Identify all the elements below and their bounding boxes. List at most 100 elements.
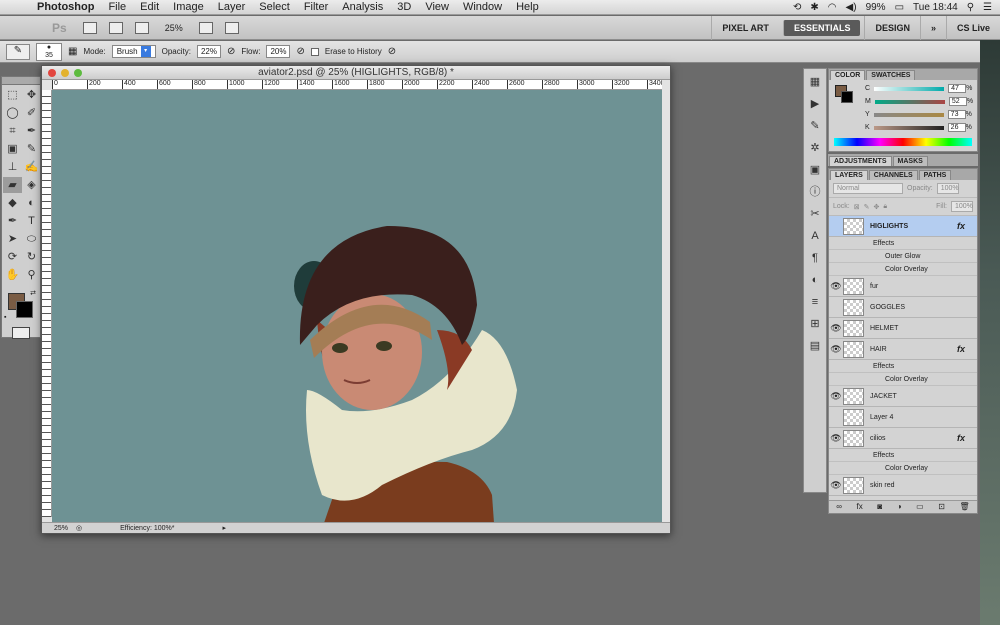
workspace-pixel-art[interactable]: PIXEL ART: [711, 15, 779, 40]
eye-icon[interactable]: 👁︎: [829, 433, 843, 444]
channel-c-field[interactable]: 47: [948, 84, 967, 93]
lock-all-icon[interactable]: 🔒︎: [883, 203, 887, 211]
menu-3d[interactable]: 3D: [390, 1, 418, 13]
document-title-bar[interactable]: aviator2.psd @ 25% (HIGLIGHTS, RGB/8) *: [42, 66, 670, 80]
minimize-window-button[interactable]: [61, 69, 69, 77]
more-workspaces-icon[interactable]: »: [919, 15, 946, 40]
effect-outer-glow[interactable]: Outer Glow: [829, 250, 977, 263]
wifi-icon[interactable]: ◠: [828, 2, 837, 13]
eraser-tool-icon[interactable]: ▰: [3, 177, 22, 193]
zoom-level-select[interactable]: 25%: [165, 23, 183, 33]
layer-mask-icon[interactable]: ◙: [877, 501, 882, 513]
history-brush-tool-icon[interactable]: ✍: [22, 159, 41, 175]
pen-tool-icon[interactable]: ✒: [3, 213, 22, 229]
path-select-tool-icon[interactable]: ➤: [3, 231, 22, 247]
move-tool-icon[interactable]: ✥: [22, 87, 41, 103]
layer-row[interactable]: 👁︎ fur: [829, 276, 977, 297]
paragraph-panel-icon[interactable]: ¶: [804, 249, 826, 267]
eye-icon[interactable]: 👁︎: [829, 391, 843, 402]
view-extras-icon[interactable]: [134, 21, 149, 34]
time-machine-icon[interactable]: ⟲: [793, 2, 801, 13]
lock-position-icon[interactable]: ✥: [873, 203, 879, 211]
screen-mode-icon[interactable]: [224, 21, 239, 34]
character-panel-icon[interactable]: A: [804, 227, 826, 245]
history-panel-icon[interactable]: ▦: [804, 73, 826, 91]
brush-panel-icon[interactable]: ✎: [804, 117, 826, 135]
channel-m-slider[interactable]: [874, 99, 945, 104]
vertical-ruler[interactable]: [42, 90, 52, 517]
tab-paths[interactable]: PATHS: [918, 170, 952, 180]
opacity-field[interactable]: 22%: [196, 45, 221, 58]
zoom-window-button[interactable]: [74, 69, 82, 77]
layer-row[interactable]: Layer 4: [829, 407, 977, 428]
eye-icon[interactable]: 👁︎: [829, 344, 843, 355]
color-panel-background-swatch[interactable]: [841, 91, 853, 103]
healing-tool-icon[interactable]: ▣: [3, 141, 22, 157]
menu-select[interactable]: Select: [252, 1, 297, 13]
tab-color[interactable]: COLOR: [830, 70, 866, 80]
tab-channels[interactable]: CHANNELS: [868, 170, 918, 180]
layer-row[interactable]: 👁︎ cilios fx: [829, 428, 977, 449]
layer-row[interactable]: 👁︎ HELMET: [829, 318, 977, 339]
hand-tool-icon[interactable]: ✋: [3, 267, 22, 283]
adjustment-layer-icon[interactable]: ◑: [897, 501, 902, 513]
opacity-pressure-icon[interactable]: ⊘: [227, 46, 235, 57]
lasso-tool-icon[interactable]: ◯: [3, 105, 22, 121]
menu-app-name[interactable]: Photoshop: [30, 1, 101, 13]
paint-bucket-tool-icon[interactable]: ◈: [22, 177, 41, 193]
menu-edit[interactable]: Edit: [133, 1, 166, 13]
eye-icon[interactable]: 👁︎: [829, 480, 843, 491]
brush-size-picker[interactable]: ● 35: [36, 42, 62, 61]
tab-masks[interactable]: MASKS: [892, 156, 928, 166]
status-menu-arrow-icon[interactable]: ▸: [222, 524, 226, 532]
battery-percent[interactable]: 99%: [866, 2, 886, 13]
effect-color-overlay[interactable]: Color Overlay: [829, 263, 977, 276]
blend-mode-select[interactable]: Normal: [833, 183, 903, 194]
color-spectrum-ramp[interactable]: [834, 138, 972, 146]
menu-help[interactable]: Help: [509, 1, 546, 13]
channel-mixer-icon[interactable]: ≡: [804, 293, 826, 311]
layer-row[interactable]: 👁︎ skin red: [829, 475, 977, 496]
menu-file[interactable]: File: [101, 1, 133, 13]
background-color-swatch[interactable]: [16, 301, 33, 318]
3d-orbit-tool-icon[interactable]: ↻: [22, 249, 41, 265]
effect-color-overlay[interactable]: Color Overlay: [829, 462, 977, 475]
layer-fx-icon[interactable]: fx: [957, 344, 965, 354]
volume-icon[interactable]: ◀): [846, 2, 857, 13]
channel-c-slider[interactable]: [874, 86, 945, 91]
marquee-tool-icon[interactable]: ⬚: [3, 87, 22, 103]
clone-stamp-tool-icon[interactable]: ⊥: [3, 159, 22, 175]
clock[interactable]: Tue 18:44: [913, 2, 958, 13]
new-group-icon[interactable]: ▭: [916, 501, 924, 513]
layer-opacity-field[interactable]: 100%: [936, 183, 959, 194]
menu-view[interactable]: View: [418, 1, 456, 13]
status-zoom-value[interactable]: 25%: [54, 525, 68, 532]
eyedropper-tool-icon[interactable]: ✒: [22, 123, 41, 139]
link-layers-icon[interactable]: ∞: [836, 501, 842, 513]
tablet-pressure-icon[interactable]: ⊘: [388, 46, 396, 57]
channel-k-slider[interactable]: [873, 125, 944, 130]
close-window-button[interactable]: [48, 69, 56, 77]
channel-m-field[interactable]: 52: [948, 97, 967, 106]
delete-layer-icon[interactable]: 🗑︎: [960, 501, 970, 513]
crop-tool-icon[interactable]: ⌗: [3, 123, 22, 139]
clone-source-icon[interactable]: ✲: [804, 139, 826, 157]
airbrush-icon[interactable]: ⊘: [296, 46, 304, 57]
menu-layer[interactable]: Layer: [211, 1, 253, 13]
workspace-essentials[interactable]: ESSENTIALS: [782, 19, 861, 36]
actions-panel-icon[interactable]: ▶: [804, 95, 826, 113]
minibridge-icon[interactable]: [108, 21, 123, 34]
eye-icon[interactable]: 👁︎: [829, 281, 843, 292]
effect-color-overlay[interactable]: Color Overlay: [829, 373, 977, 386]
layer-row[interactable]: 👁︎ JACKET: [829, 386, 977, 407]
tool-presets-icon[interactable]: ✂: [804, 205, 826, 223]
quick-select-tool-icon[interactable]: ✐: [22, 105, 41, 121]
effects-row[interactable]: Effects: [829, 360, 977, 373]
tab-layers[interactable]: LAYERS: [830, 170, 868, 180]
flow-field[interactable]: 20%: [266, 45, 291, 58]
arrange-documents-icon[interactable]: [198, 21, 213, 34]
eraser-tool-preset-icon[interactable]: ✎: [6, 43, 30, 60]
3d-panel-icon[interactable]: ◐: [804, 271, 826, 289]
document-canvas[interactable]: [52, 90, 662, 523]
menu-image[interactable]: Image: [166, 1, 211, 13]
